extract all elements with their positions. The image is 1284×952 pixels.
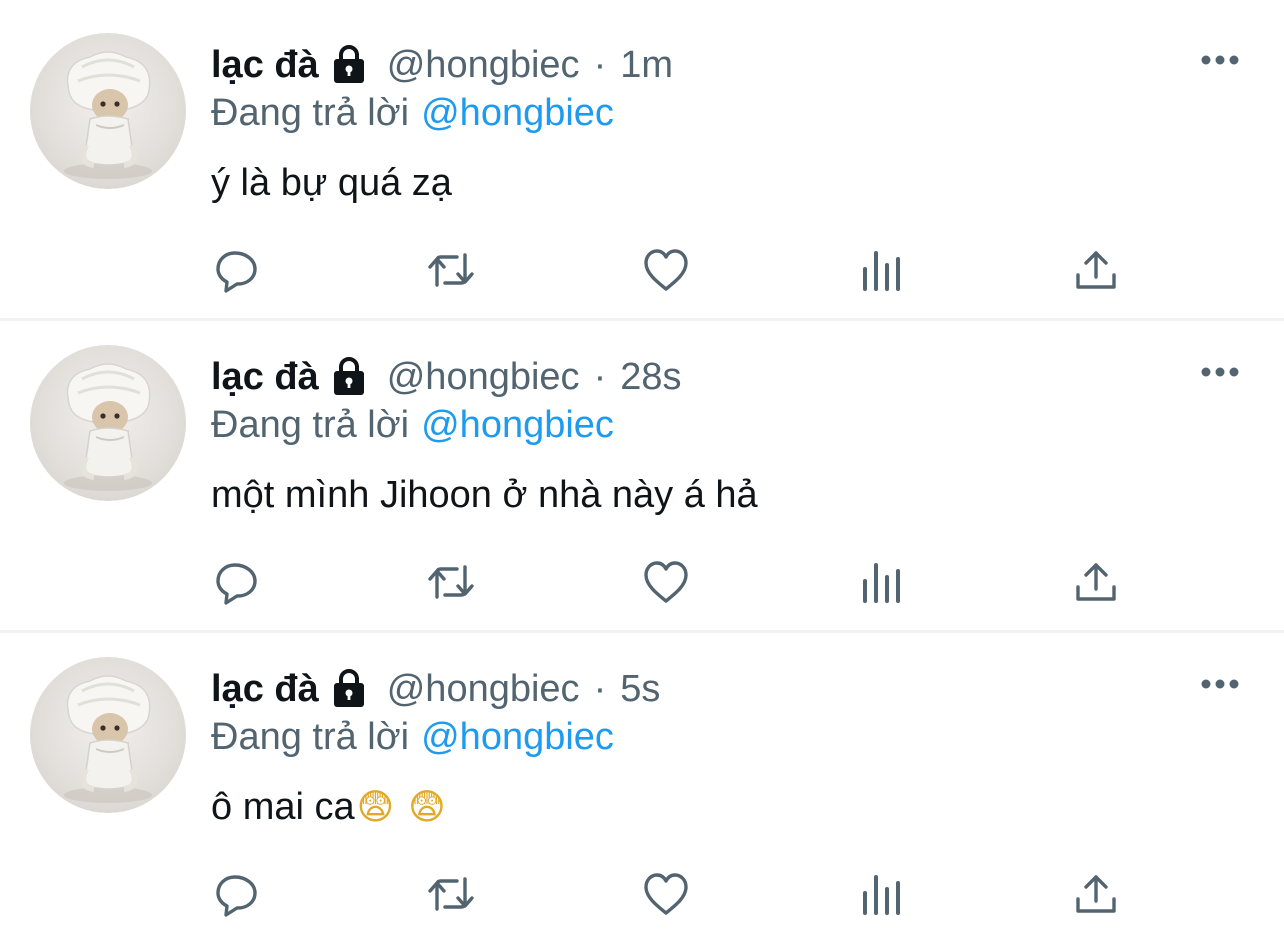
handle[interactable]: @hongbiec <box>387 666 580 712</box>
lock-icon <box>333 669 364 707</box>
handle[interactable]: @hongbiec <box>387 354 580 400</box>
views-button[interactable] <box>857 245 905 295</box>
avatar-figurine-image <box>64 51 152 179</box>
separator-dot: · <box>593 356 607 398</box>
avatar[interactable] <box>30 345 186 501</box>
like-button[interactable] <box>642 245 690 295</box>
replying-to: Đang trả lời @hongbiec <box>211 90 614 136</box>
more-icon[interactable] <box>1198 672 1242 696</box>
lock-icon <box>333 357 364 395</box>
like-button[interactable] <box>642 557 690 607</box>
replying-to-label: Đang trả lời <box>211 92 410 134</box>
timestamp[interactable]: 1m <box>620 42 673 88</box>
like-icon <box>644 873 688 915</box>
like-icon <box>644 561 688 603</box>
reply-button[interactable] <box>213 557 261 607</box>
share-icon <box>1076 875 1116 913</box>
replying-to: Đang trả lời @hongbiec <box>211 402 614 448</box>
views-icon <box>863 563 900 603</box>
reply-button[interactable] <box>213 245 261 295</box>
tweet-1[interactable]: lạc đà @hongbiec · 1m Đang trả lời @hongb… <box>0 0 1284 312</box>
timestamp[interactable]: 28s <box>620 354 681 400</box>
retweet-icon <box>428 877 474 911</box>
tweet-text: một mình Jihoon ở nhà này á hả <box>211 470 758 520</box>
tweet-text-content: ý là bự quá zạ <box>211 162 452 204</box>
lock-icon <box>333 45 364 83</box>
replying-to: Đang trả lời @hongbiec <box>211 714 614 760</box>
retweet-button[interactable] <box>427 557 475 607</box>
replying-to-label: Đang trả lời <box>211 404 410 446</box>
reply-icon <box>216 563 257 605</box>
retweet-button[interactable] <box>427 245 475 295</box>
views-icon <box>863 875 900 915</box>
separator-dot: · <box>593 668 607 710</box>
tweet-text-content: ô mai ca <box>211 786 355 828</box>
tweet-text: ô mai ca😨 😨 <box>211 782 446 832</box>
avatar[interactable] <box>30 33 186 189</box>
views-icon <box>863 251 900 291</box>
retweet-icon <box>428 565 474 599</box>
share-button[interactable] <box>1072 869 1120 919</box>
tweet-text-content: một mình Jihoon ở nhà này á hả <box>211 474 758 516</box>
tweet-header: lạc đà @hongbiec · 5s <box>211 666 660 712</box>
share-icon <box>1076 251 1116 289</box>
retweet-icon <box>428 253 474 287</box>
reply-mention-link[interactable]: @hongbiec <box>421 92 614 134</box>
tweet-header: lạc đà @hongbiec · 1m <box>211 42 673 88</box>
more-icon[interactable] <box>1198 48 1242 72</box>
avatar-figurine-image <box>64 363 152 491</box>
timestamp[interactable]: 5s <box>620 666 660 712</box>
display-name[interactable]: lạc đà <box>211 42 319 88</box>
fearful-face-emoji: 😨 <box>356 787 395 828</box>
display-name[interactable]: lạc đà <box>211 354 319 400</box>
tweet-text: ý là bự quá zạ <box>211 158 452 208</box>
avatar-figurine-image <box>64 675 152 803</box>
reply-icon <box>216 251 257 293</box>
fearful-face-emoji: 😨 <box>408 787 446 828</box>
avatar[interactable] <box>30 657 186 813</box>
display-name[interactable]: lạc đà <box>211 666 319 712</box>
share-button[interactable] <box>1072 245 1120 295</box>
reply-icon <box>216 875 257 917</box>
tweet-2[interactable]: lạc đà @hongbiec · 28s Đang trả lời @hong… <box>0 312 1284 624</box>
reply-mention-link[interactable]: @hongbiec <box>421 404 614 446</box>
handle[interactable]: @hongbiec <box>387 42 580 88</box>
views-button[interactable] <box>857 869 905 919</box>
separator-dot: · <box>593 44 607 86</box>
timeline: lạc đà @hongbiec · 1m Đang trả lời @hongb… <box>0 0 1284 952</box>
like-icon <box>644 249 688 291</box>
share-icon <box>1076 563 1116 601</box>
tweet-3[interactable]: lạc đà @hongbiec · 5s Đang trả lời @hongb… <box>0 624 1284 936</box>
like-button[interactable] <box>642 869 690 919</box>
reply-mention-link[interactable]: @hongbiec <box>421 716 614 758</box>
retweet-button[interactable] <box>427 869 475 919</box>
views-button[interactable] <box>857 557 905 607</box>
replying-to-label: Đang trả lời <box>211 716 410 758</box>
emoji-group: 😨 😨 <box>355 786 446 828</box>
tweet-header: lạc đà @hongbiec · 28s <box>211 354 682 400</box>
reply-button[interactable] <box>213 869 261 919</box>
share-button[interactable] <box>1072 557 1120 607</box>
more-icon[interactable] <box>1198 360 1242 384</box>
